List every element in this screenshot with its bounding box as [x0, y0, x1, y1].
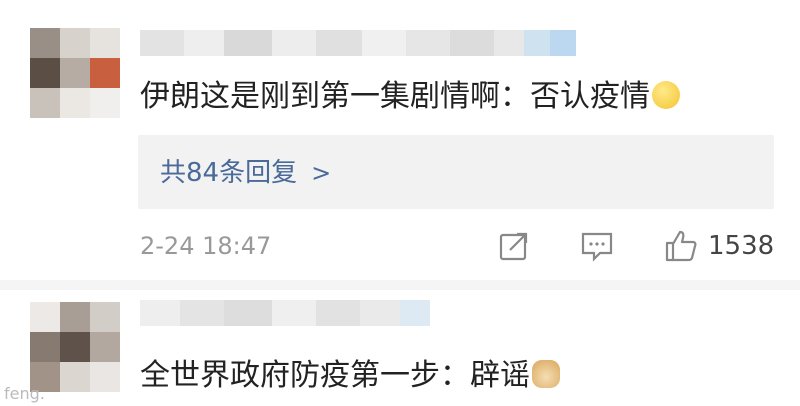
- username[interactable]: [140, 300, 430, 326]
- share-icon: [499, 232, 528, 261]
- comment-text: 伊朗这是刚到第一集剧情啊：否认疫情: [140, 77, 680, 117]
- avatar[interactable]: [30, 28, 120, 118]
- chevron-right-icon: >: [311, 159, 332, 187]
- comment-item: 全世界政府防疫第一步：辟谣: [0, 290, 800, 406]
- comment-icon: [581, 232, 613, 262]
- dizzy-face-icon: [652, 81, 680, 109]
- comment-item: 伊朗这是刚到第一集剧情啊：否认疫情 共84条回复 > 2-24 18:47 153…: [0, 0, 800, 280]
- comment-text: 全世界政府防疫第一步：辟谣: [140, 356, 560, 396]
- replies-count-label: 共84条回复: [160, 158, 298, 188]
- username[interactable]: [140, 30, 576, 56]
- like-button[interactable]: 1538: [664, 226, 774, 266]
- watermark: feng.: [4, 384, 45, 403]
- share-button[interactable]: [498, 226, 530, 266]
- doge-icon: [532, 360, 560, 388]
- view-replies-link[interactable]: 共84条回复 >: [160, 152, 331, 189]
- comment-text-content: 全世界政府防疫第一步：辟谣: [140, 358, 530, 393]
- comment-button[interactable]: [580, 226, 614, 266]
- thumbs-up-icon: [665, 230, 697, 262]
- replies-box[interactable]: 共84条回复 >: [138, 135, 774, 209]
- divider: [0, 280, 800, 290]
- comment-timestamp: 2-24 18:47: [140, 232, 272, 260]
- comment-text-content: 伊朗这是刚到第一集剧情啊：否认疫情: [140, 79, 650, 114]
- avatar[interactable]: [30, 302, 120, 392]
- like-count: 1538: [708, 231, 775, 261]
